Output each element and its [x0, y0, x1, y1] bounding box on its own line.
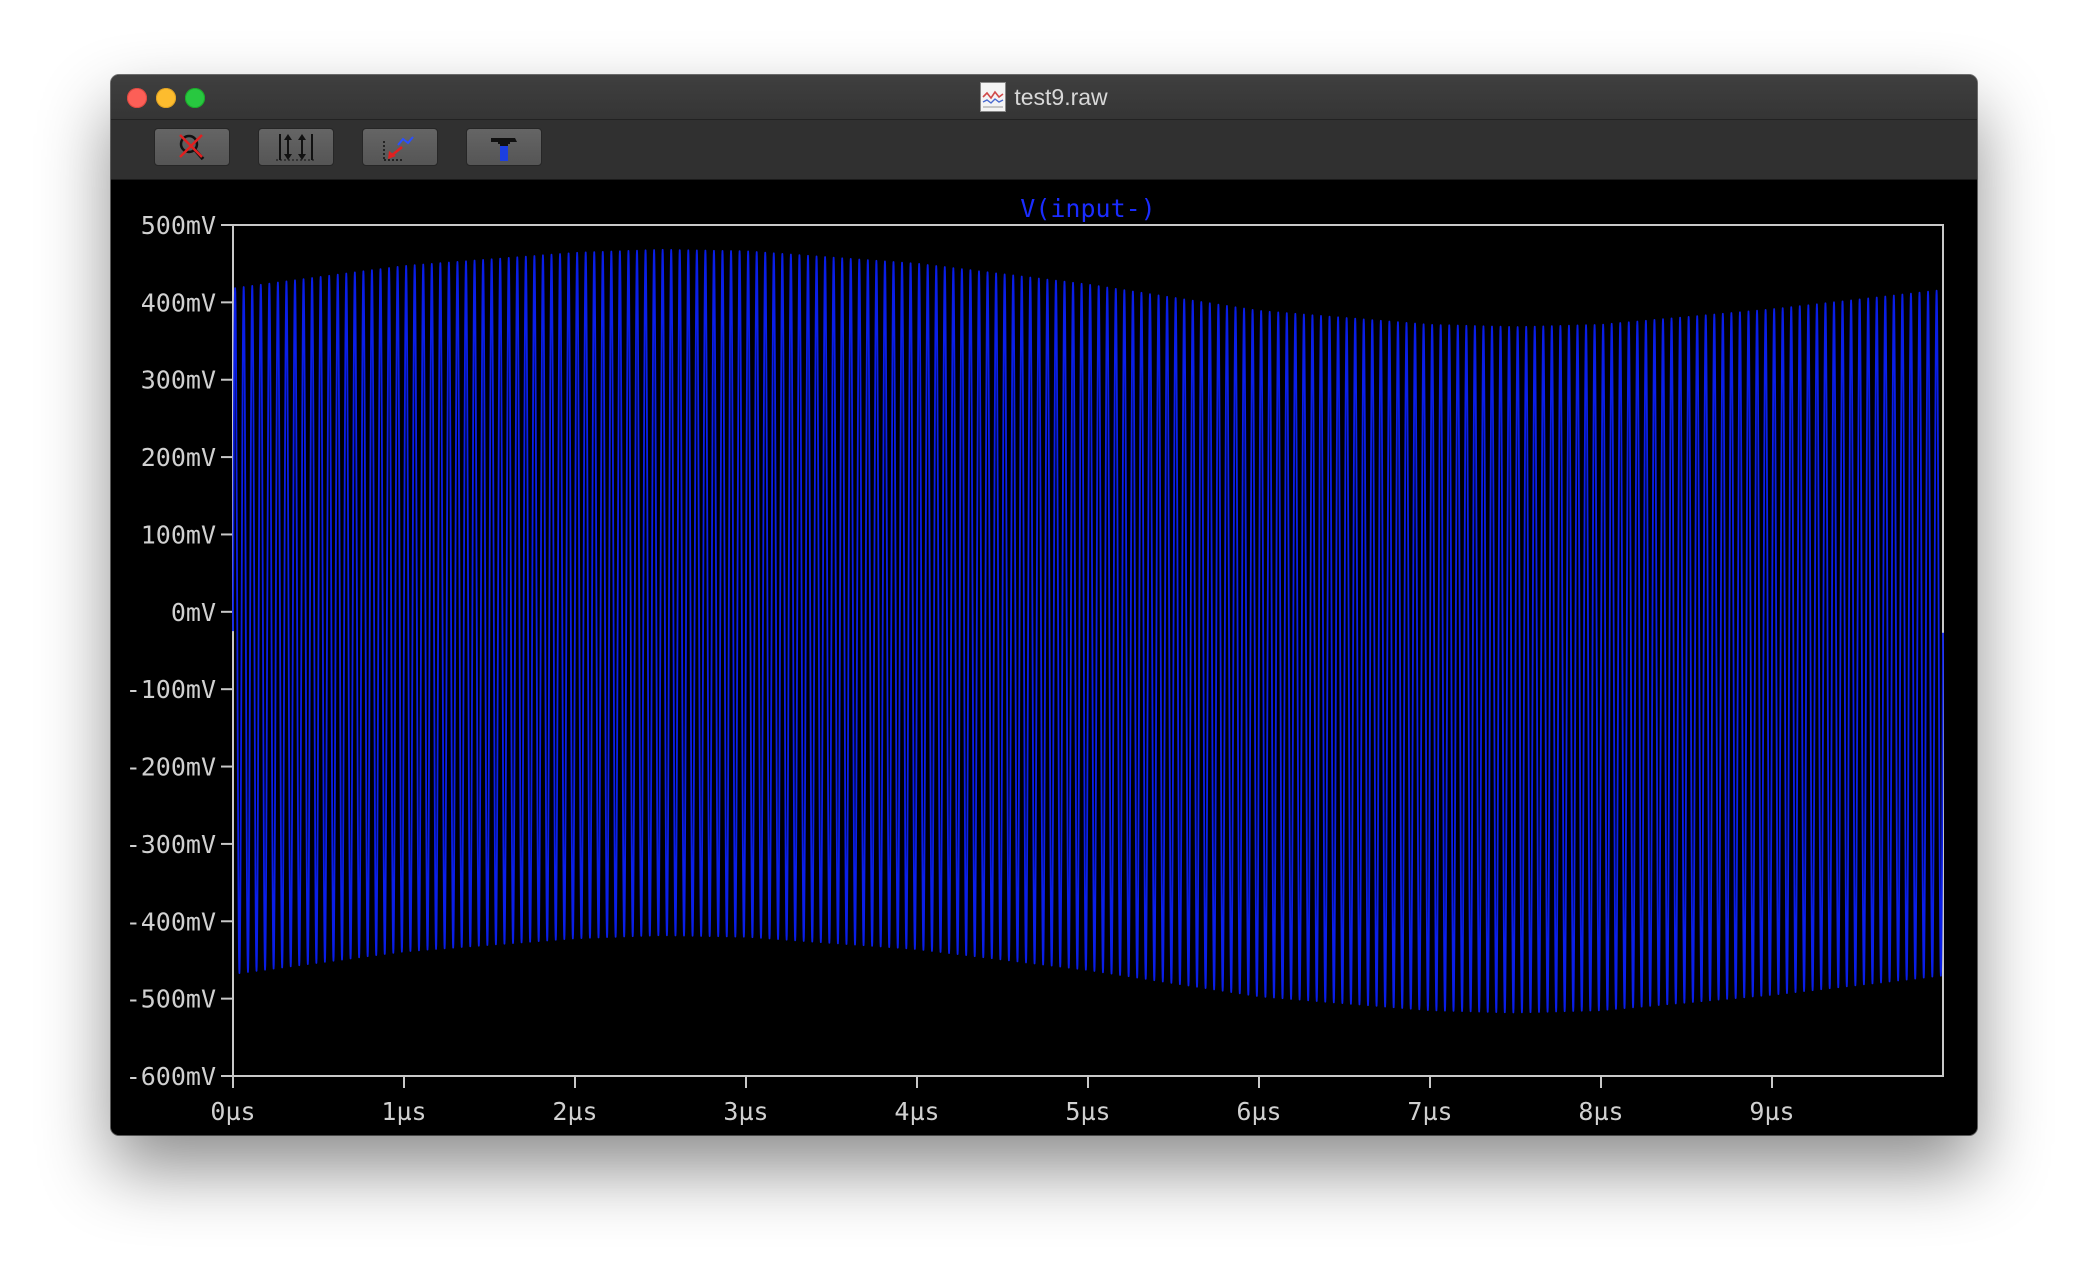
x-tick-label: 6µs — [1236, 1097, 1281, 1126]
x-tick-label: 0µs — [210, 1097, 255, 1126]
y-tick-label: -100mV — [126, 675, 216, 704]
plot-pane[interactable]: V(input-) 500mV 400mV 300mV 200mV 100mV 0mV -10… — [111, 180, 1977, 1135]
y-tick-label: -500mV — [126, 985, 216, 1014]
autorange-y-button[interactable] — [258, 128, 334, 166]
x-tick-label: 8µs — [1578, 1097, 1623, 1126]
y-tick-label: -600mV — [126, 1062, 216, 1091]
waveform-chart[interactable]: V(input-) 500mV 400mV 300mV 200mV 100mV 0mV -10… — [111, 180, 1977, 1135]
y-tick-label: -300mV — [126, 830, 216, 859]
x-tick-label: 4µs — [894, 1097, 939, 1126]
title-bar[interactable]: test9.raw — [111, 75, 1977, 120]
y-tick-label: 100mV — [141, 520, 216, 549]
x-tick-label: 2µs — [552, 1097, 597, 1126]
y-tick-label: 400mV — [141, 288, 216, 317]
waveform-document-icon — [980, 82, 1007, 112]
zoom-cancel-button[interactable] — [154, 128, 230, 166]
waveform-trace — [232, 248, 1944, 1014]
x-tick-label: 1µs — [381, 1097, 426, 1126]
y-tick-label: -200mV — [126, 753, 216, 782]
trace-label: V(input-) — [1020, 194, 1155, 223]
toolbar — [111, 120, 1977, 180]
y-tick-label: 500mV — [141, 211, 216, 240]
x-tick-label: 5µs — [1065, 1097, 1110, 1126]
y-tick-label: 200mV — [141, 443, 216, 472]
vertical-autorange-icon — [276, 134, 316, 161]
window-title: test9.raw — [1014, 83, 1108, 110]
x-tick-label: 3µs — [723, 1097, 768, 1126]
y-tick-label: -400mV — [126, 907, 216, 936]
hammer-icon — [491, 138, 517, 161]
zoom-back-icon — [383, 136, 414, 161]
x-tick-label: 9µs — [1749, 1097, 1794, 1126]
y-tick-label: 300mV — [141, 366, 216, 395]
settings-button[interactable] — [466, 128, 542, 166]
zoom-back-button[interactable] — [362, 128, 438, 166]
magnifier-cancel-icon — [179, 134, 205, 161]
waveform-window: test9.raw V(input-) 500mV 400mV 300mV 20… — [111, 75, 1977, 1135]
x-tick-label: 7µs — [1407, 1097, 1452, 1126]
y-tick-label: 0mV — [171, 598, 216, 627]
